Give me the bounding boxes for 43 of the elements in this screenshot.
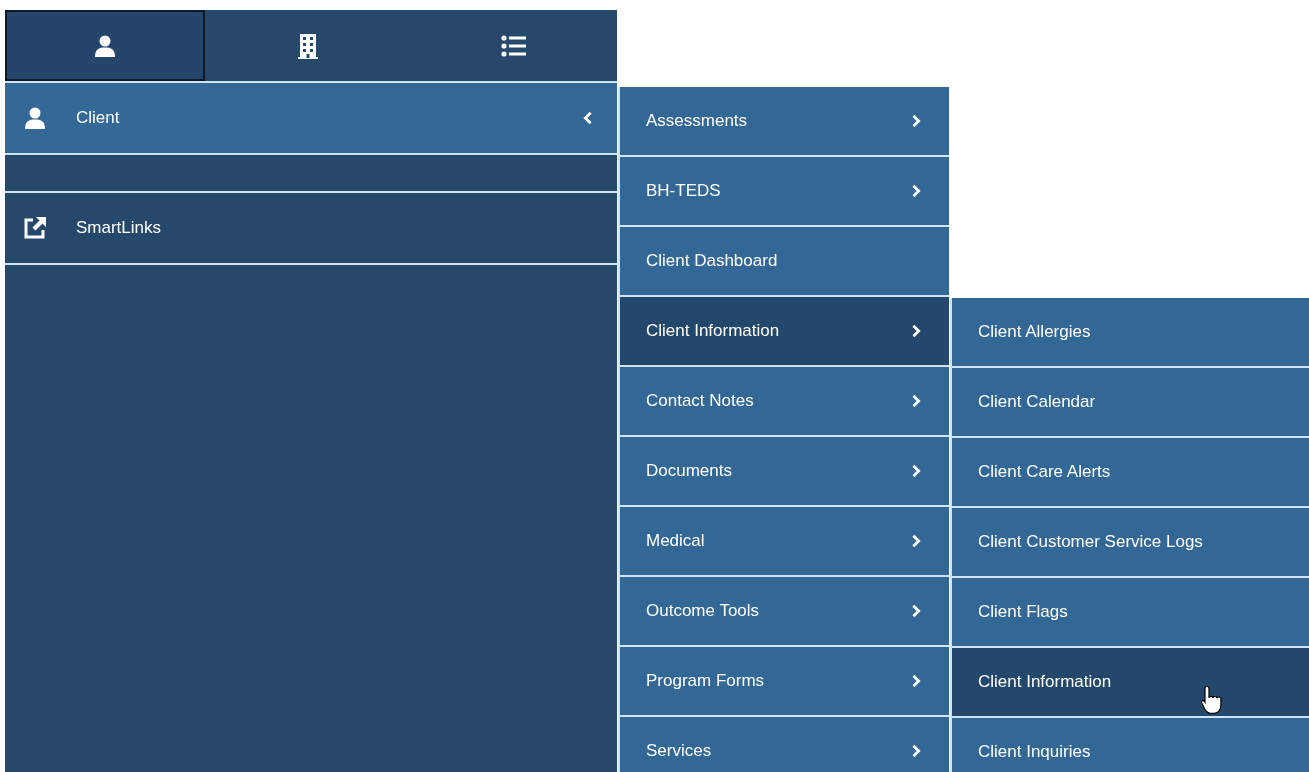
menu-item[interactable]: Client Allergies bbox=[950, 298, 1309, 368]
menu-item-label: Client Information bbox=[978, 671, 1113, 694]
menu-item[interactable]: Contact Notes bbox=[618, 367, 949, 437]
menu-item-label: Program Forms bbox=[646, 670, 766, 693]
sidebar-item-label: Client bbox=[76, 107, 121, 130]
menu-item[interactable]: Outcome Tools bbox=[618, 577, 949, 647]
menu-item-label: Client Inquiries bbox=[978, 741, 1092, 764]
menu-item-label: Client Care Alerts bbox=[978, 461, 1112, 484]
menu-item-label: Client Calendar bbox=[978, 391, 1097, 414]
external-link-icon bbox=[23, 216, 47, 240]
hand-cursor-icon bbox=[1200, 684, 1224, 716]
menu-item[interactable]: Client Care Alerts bbox=[950, 438, 1309, 508]
menu-item-label: Documents bbox=[646, 460, 733, 483]
menu-item[interactable]: Services bbox=[618, 717, 949, 772]
menu-item-label: Assessments bbox=[646, 110, 749, 133]
menu-item[interactable]: Client Information bbox=[618, 297, 949, 367]
menu-item-label: Services bbox=[646, 740, 713, 763]
person-icon bbox=[23, 106, 47, 130]
menu-item[interactable]: BH-TEDS bbox=[618, 157, 949, 227]
menu-item[interactable]: Assessments bbox=[618, 87, 949, 157]
menu-item[interactable]: Program Forms bbox=[618, 647, 949, 717]
menu-item[interactable]: Medical bbox=[618, 507, 949, 577]
menu-item[interactable]: Client Dashboard bbox=[618, 227, 949, 297]
sidebar-item[interactable]: Client bbox=[5, 83, 617, 155]
menu-item[interactable]: Client Inquiries bbox=[950, 718, 1309, 772]
menu-item[interactable]: Client Customer Service Logs bbox=[950, 508, 1309, 578]
menu-item-label: BH-TEDS bbox=[646, 180, 722, 203]
menu-item-label: Client Dashboard bbox=[646, 250, 779, 273]
building-icon bbox=[298, 32, 318, 59]
menu-item[interactable]: Client Calendar bbox=[950, 368, 1309, 438]
menu-item[interactable]: Client Flags bbox=[950, 578, 1309, 648]
sidebar-item-label: SmartLinks bbox=[76, 217, 163, 240]
list-icon bbox=[501, 33, 527, 58]
menu-item[interactable]: Documents bbox=[618, 437, 949, 507]
menu-item-label: Client Information bbox=[646, 320, 781, 343]
menu-item[interactable]: Client Information bbox=[950, 648, 1309, 718]
menu-item-label: Outcome Tools bbox=[646, 600, 761, 623]
menu-item-label: Client Flags bbox=[978, 601, 1069, 624]
menu-item-label: Client Customer Service Logs bbox=[978, 531, 1204, 554]
person-icon bbox=[93, 33, 117, 58]
menu-item-label: Contact Notes bbox=[646, 390, 755, 413]
menu-item-label: Client Allergies bbox=[978, 321, 1092, 344]
menu-item-label: Medical bbox=[646, 530, 706, 553]
